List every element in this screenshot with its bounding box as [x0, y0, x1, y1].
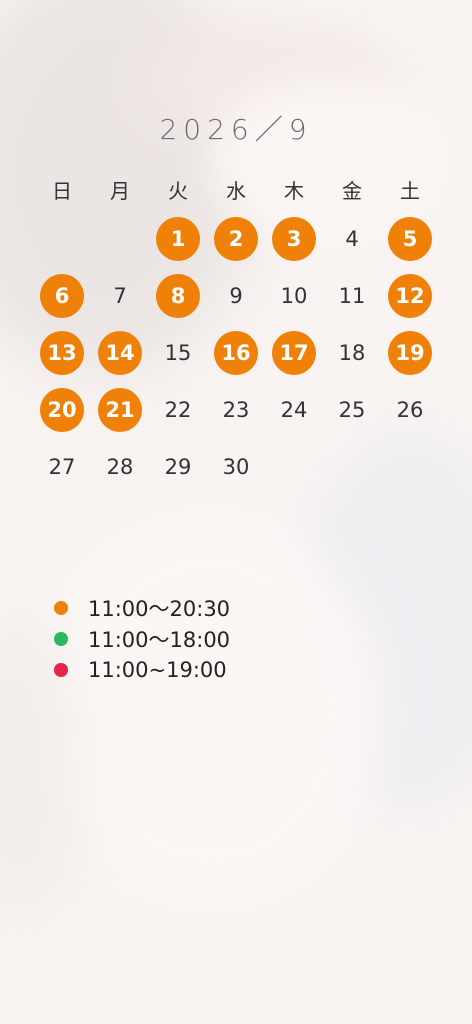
day-number: 23 — [222, 397, 250, 422]
calendar-day[interactable]: 2 — [207, 210, 265, 267]
legend-label: 11:00~19:00 — [88, 657, 227, 682]
day-number-available: 14 — [98, 330, 142, 375]
legend-dot-icon — [54, 600, 68, 615]
calendar-day[interactable]: 22 — [149, 381, 207, 438]
day-number: 4 — [345, 226, 359, 251]
calendar-day[interactable]: 7 — [91, 267, 149, 324]
day-number: 7 — [113, 283, 127, 308]
calendar-day[interactable]: 26 — [381, 381, 439, 438]
day-number-available: 12 — [388, 273, 432, 318]
calendar-day[interactable]: 29 — [149, 438, 207, 495]
calendar-day[interactable]: 27 — [33, 438, 91, 495]
weekday-header: 木 — [284, 178, 304, 203]
legend-dot-icon — [54, 631, 68, 646]
weekday-header: 水 — [226, 178, 246, 203]
day-number: 11 — [338, 283, 366, 308]
weekday-header: 土 — [400, 178, 420, 203]
calendar-day[interactable]: 30 — [207, 438, 265, 495]
day-number: 15 — [164, 340, 192, 365]
calendar-day[interactable]: 1 — [149, 210, 207, 267]
calendar-day[interactable]: 16 — [207, 324, 265, 381]
day-number: 9 — [229, 283, 243, 308]
calendar-day[interactable]: 28 — [91, 438, 149, 495]
calendar-day[interactable]: 14 — [91, 324, 149, 381]
calendar-grid: 日月火水木金土 1 2 3 4 5 6 7 8 9 10 11 12 13 14 15 16 17 18 19 20 21… — [33, 168, 439, 495]
day-number-available: 6 — [40, 273, 84, 318]
day-number: 26 — [396, 397, 424, 422]
day-number-available: 5 — [388, 216, 432, 261]
day-number: 18 — [338, 340, 366, 365]
day-number: 24 — [280, 397, 308, 422]
weekday-header: 金 — [342, 178, 362, 203]
calendar-day[interactable]: 21 — [91, 381, 149, 438]
calendar-day[interactable]: 10 — [265, 267, 323, 324]
calendar-day[interactable]: 19 — [381, 324, 439, 381]
legend-dot-icon — [54, 662, 68, 677]
legend-label: 11:00～18:00 — [88, 627, 231, 652]
day-number-available: 21 — [98, 387, 142, 432]
calendar-day[interactable]: 18 — [323, 324, 381, 381]
day-number-available: 16 — [214, 330, 258, 375]
calendar-day[interactable]: 24 — [265, 381, 323, 438]
calendar-day[interactable]: 13 — [33, 324, 91, 381]
legend-item: 11:00～18:00 — [54, 623, 230, 654]
day-number-available: 3 — [272, 216, 316, 261]
calendar-day[interactable]: 6 — [33, 267, 91, 324]
background-photo — [0, 0, 472, 1024]
weekday-header: 日 — [52, 178, 72, 203]
calendar-day[interactable]: 9 — [207, 267, 265, 324]
calendar-day[interactable]: 4 — [323, 210, 381, 267]
legend-item: 11:00~19:00 — [54, 654, 230, 685]
day-number: 10 — [280, 283, 308, 308]
legend-label: 11:00～20:30 — [88, 596, 231, 621]
day-number: 22 — [164, 397, 192, 422]
calendar-day[interactable]: 3 — [265, 210, 323, 267]
calendar-day[interactable]: 5 — [381, 210, 439, 267]
calendar-empty-cell — [91, 210, 149, 267]
legend-item: 11:00～20:30 — [54, 592, 230, 623]
day-number-available: 20 — [40, 387, 84, 432]
legend: 11:00～20:30 11:00～18:00 11:00~19:00 — [54, 592, 230, 685]
calendar-day[interactable]: 15 — [149, 324, 207, 381]
day-number-available: 8 — [156, 273, 200, 318]
month-title: 2026／9 — [159, 113, 313, 146]
day-number-available: 17 — [272, 330, 316, 375]
day-number-available: 2 — [214, 216, 258, 261]
day-number: 29 — [164, 454, 192, 479]
calendar-day[interactable]: 23 — [207, 381, 265, 438]
day-number: 25 — [338, 397, 366, 422]
calendar-empty-cell — [33, 210, 91, 267]
calendar-day[interactable]: 11 — [323, 267, 381, 324]
weekday-header: 火 — [168, 178, 188, 203]
calendar-day[interactable]: 25 — [323, 381, 381, 438]
day-number: 27 — [48, 454, 76, 479]
day-number-available: 13 — [40, 330, 84, 375]
day-number: 30 — [222, 454, 250, 479]
calendar-day[interactable]: 17 — [265, 324, 323, 381]
calendar-day[interactable]: 20 — [33, 381, 91, 438]
calendar-day[interactable]: 8 — [149, 267, 207, 324]
weekday-header: 月 — [110, 178, 130, 203]
calendar-day[interactable]: 12 — [381, 267, 439, 324]
day-number-available: 1 — [156, 216, 200, 261]
day-number-available: 19 — [388, 330, 432, 375]
day-number: 28 — [106, 454, 134, 479]
